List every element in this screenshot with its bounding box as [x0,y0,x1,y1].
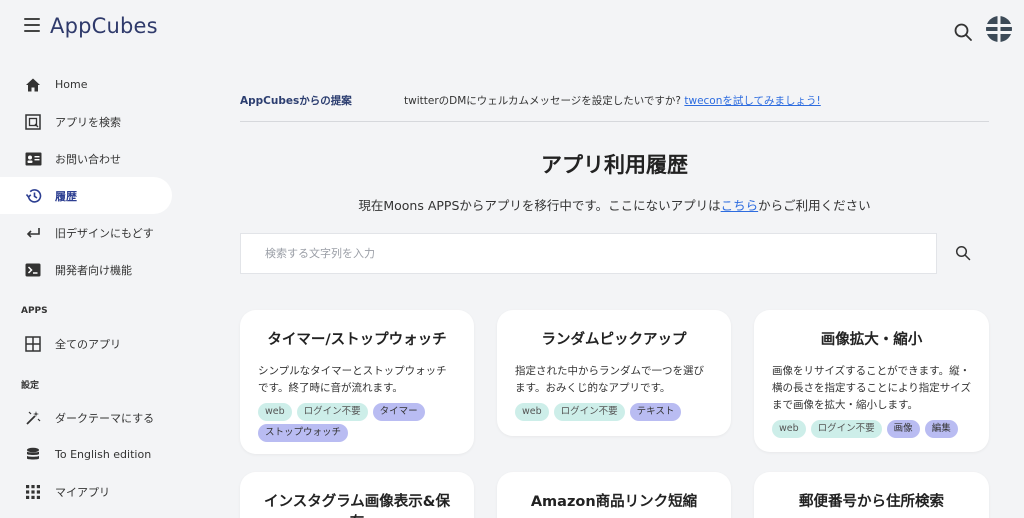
tag[interactable]: テキスト [629,403,682,421]
sidebar: Home アプリを検索 お問い合わせ 履歴 旧デザインにもどす 開発者向け機能 … [0,66,172,510]
tag[interactable]: ログイン不要 [553,403,625,421]
grid-icon [24,335,42,353]
sidebar-item-label: Home [55,78,88,91]
sidebar-item-label: To English edition [55,448,152,461]
sidebar-item-all-apps[interactable]: 全てのアプリ [0,325,172,362]
top-bar: AppCubes [0,0,1024,60]
terminal-icon [24,261,42,279]
tag[interactable]: ログイン不要 [296,403,368,421]
sidebar-item-app-search[interactable]: アプリを検索 [0,103,172,140]
promo-banner: AppCubesからの提案 twitterのDMにウェルカムメッセージを設定した… [240,60,989,122]
sidebar-item-developer[interactable]: 開発者向け機能 [0,251,172,288]
section-settings: 設定 [21,381,40,391]
sidebar-item-label: 全てのアプリ [55,337,121,351]
contact-card-icon [24,150,42,168]
app-search-icon [24,113,42,131]
promo-message: twitterのDMにウェルカムメッセージを設定したいですか? tweconを試… [404,93,821,108]
sidebar-item-label: アプリを検索 [55,115,121,129]
appcubes-logo-icon[interactable] [985,15,1013,43]
promo-label: AppCubesからの提案 [240,95,352,107]
card-description: 画像をリサイズすることができます。縦・横の長さを指定することにより指定サイズまで… [772,365,971,411]
tag[interactable]: ログイン不要 [810,420,882,438]
sidebar-item-label: 旧デザインにもどす [55,226,154,240]
tag[interactable]: web [258,403,292,421]
history-icon [24,187,42,205]
app-card-timer[interactable]: タイマー/ストップウォッチ シンプルなタイマーとストップウォッチです。終了時に音… [240,310,474,454]
card-title: 画像拡大・縮小 [820,332,923,348]
tag[interactable]: 編集 [924,420,958,438]
tag[interactable]: 画像 [886,420,920,438]
sidebar-item-my-apps[interactable]: マイアプリ [0,473,172,510]
card-title: ランダムピックアップ [541,332,687,348]
card-title: インスタグラム画像表示&保存 [264,494,450,518]
promo-link[interactable]: tweconを試してみましょう! [684,95,820,107]
theme-wand-icon [24,409,42,427]
history-search-input[interactable] [240,233,937,274]
migration-notice: 現在Moons APPSからアプリを移行中です。ここにないアプリはこちらからご利… [240,195,989,214]
search-icon[interactable] [955,245,971,261]
card-title: Amazon商品リンク短縮 [530,494,698,510]
card-title: タイマー/ストップウォッチ [267,332,447,348]
main-content: AppCubesからの提案 twitterのDMにウェルカムメッセージを設定した… [240,60,989,274]
tag[interactable]: ストップウォッチ [258,424,349,442]
app-card-amazon-link[interactable]: Amazon商品リンク短縮 [497,472,731,518]
app-card-random-pickup[interactable]: ランダムピックアップ 指定された中からランダムで一つを選びます。おみくじ的なアプ… [497,310,731,436]
promo-text: twitterのDMにウェルカムメッセージを設定したいですか? [404,95,685,107]
home-icon [24,76,42,94]
card-title: 郵便番号から住所検索 [799,494,944,510]
page-title: アプリ利用履歴 [541,153,688,177]
card-tags: web ログイン不要 画像 編集 [772,420,971,438]
menu-icon[interactable] [24,18,40,32]
sidebar-item-label: 開発者向け機能 [55,263,132,277]
sidebar-item-contact[interactable]: お問い合わせ [0,140,172,177]
sidebar-item-history[interactable]: 履歴 [0,177,172,214]
tag[interactable]: web [772,420,806,438]
card-description: 指定された中からランダムで一つを選びます。おみくじ的なアプリです。 [515,365,704,394]
sidebar-item-home[interactable]: Home [0,66,172,103]
app-card-instagram[interactable]: インスタグラム画像表示&保存 [240,472,474,518]
apps-dots-icon [24,483,42,501]
tag[interactable]: タイマー [372,403,425,421]
sidebar-item-label: ダークテーマにする [55,411,155,425]
brand-title[interactable]: AppCubes [50,14,158,38]
notice-link[interactable]: こちら [721,198,759,213]
app-card-image-resize[interactable]: 画像拡大・縮小 画像をリサイズすることができます。縦・横の長さを指定することによ… [754,310,989,452]
sidebar-item-dark-theme[interactable]: ダークテーマにする [0,399,172,436]
return-arrow-icon [24,224,42,242]
database-icon [24,446,42,464]
sidebar-item-label: 履歴 [55,189,77,203]
search-icon[interactable] [953,22,973,42]
app-card-postal-code[interactable]: 郵便番号から住所検索 [754,472,989,518]
notice-text-before: 現在Moons APPSからアプリを移行中です。ここにないアプリは [358,198,721,213]
card-description: シンプルなタイマーとストップウォッチです。終了時に音が流れます。 [258,365,447,394]
sidebar-item-label: マイアプリ [55,485,110,499]
sidebar-item-label: お問い合わせ [55,152,121,166]
notice-text-after: からご利用ください [758,198,871,213]
card-tags: web ログイン不要 テキスト [515,403,713,421]
sidebar-item-old-design[interactable]: 旧デザインにもどす [0,214,172,251]
section-apps: APPS [21,305,48,316]
card-tags: web ログイン不要 タイマー ストップウォッチ [258,403,456,442]
sidebar-item-english[interactable]: To English edition [0,436,172,473]
tag[interactable]: web [515,403,549,421]
